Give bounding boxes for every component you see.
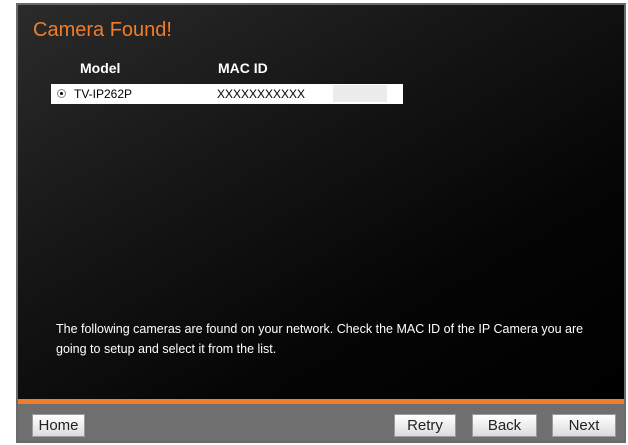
camera-model-cell: TV-IP262P: [74, 87, 133, 101]
column-header-model: Model: [80, 60, 121, 76]
footer-bar: Home Retry Back Next: [18, 404, 624, 441]
content-panel: Camera Found! Model MAC ID TV-IP262P XXX…: [18, 5, 624, 399]
retry-button[interactable]: Retry: [394, 414, 456, 437]
wizard-window: Camera Found! Model MAC ID TV-IP262P XXX…: [16, 3, 626, 443]
camera-mac-id-cell: XXXXXXXXXXX: [217, 87, 306, 101]
home-button[interactable]: Home: [32, 414, 85, 437]
column-header-mac-id: MAC ID: [218, 60, 268, 76]
page-title: Camera Found!: [33, 19, 172, 41]
back-button[interactable]: Back: [472, 414, 537, 437]
instructions-text: The following cameras are found on your …: [56, 322, 584, 356]
camera-list-row[interactable]: TV-IP262P XXXXXXXXXXX: [51, 84, 403, 104]
radio-selected-icon[interactable]: [57, 89, 66, 98]
next-button[interactable]: Next: [552, 414, 616, 437]
row-highlight-segment: [333, 85, 387, 102]
